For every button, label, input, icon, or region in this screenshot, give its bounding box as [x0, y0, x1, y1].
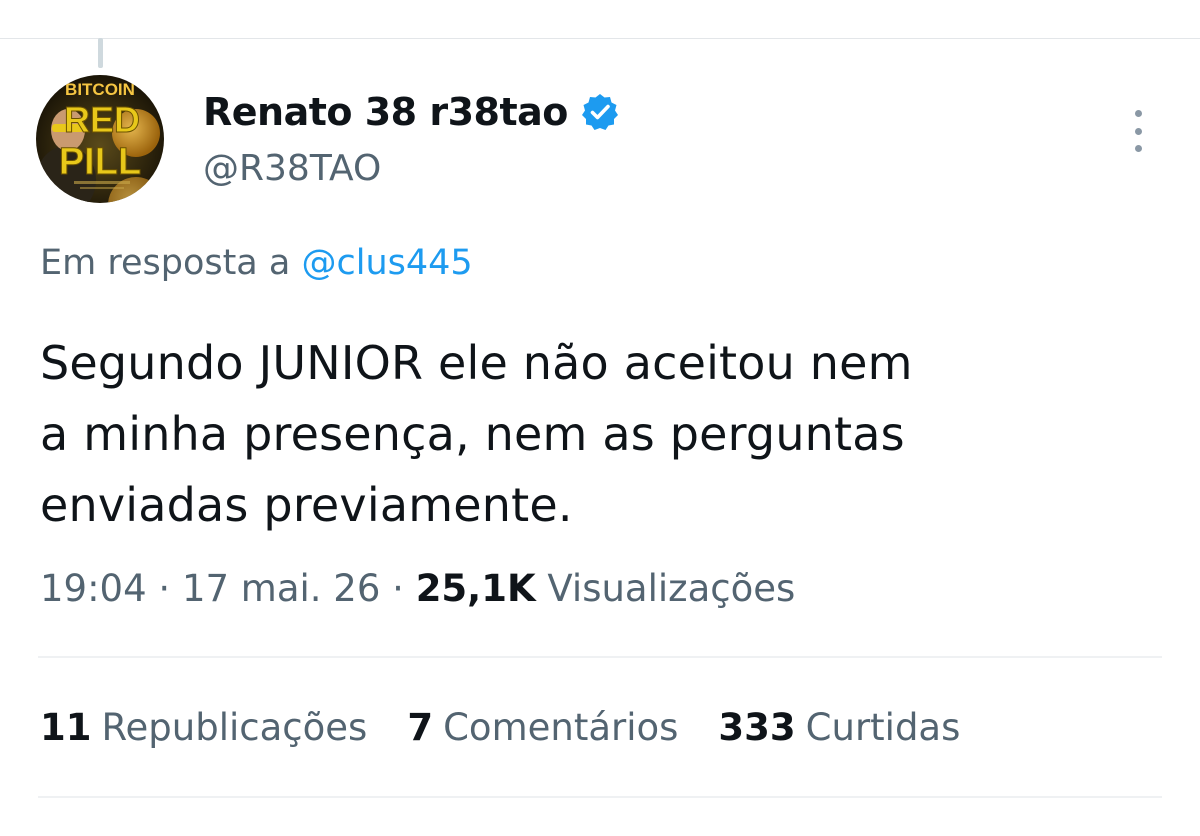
meta-separator: ·: [158, 567, 171, 610]
reply-prefix: Em resposta a: [40, 243, 291, 283]
tweet-text-line: a minha presença, nem as perguntas: [40, 407, 905, 461]
divider: [38, 796, 1162, 798]
verified-badge-icon: [580, 92, 620, 132]
tweet-text-line: enviadas previamente.: [40, 478, 573, 532]
tweet-text: Segundo JUNIOR ele não aceitou nem a min…: [40, 328, 1140, 541]
avatar-text-bitcoin: BITCOIN: [65, 80, 135, 99]
avatar-image: BITCOIN RED PILL: [36, 75, 164, 203]
avatar-text-pill: PILL: [59, 141, 141, 183]
tweet-text-line: Segundo JUNIOR ele não aceitou nem: [40, 336, 913, 390]
comments-label: Comentários: [443, 706, 679, 749]
top-divider: [0, 38, 1200, 39]
more-dot: [1134, 127, 1142, 135]
more-dot: [1134, 145, 1142, 152]
divider: [38, 656, 1162, 658]
avatar[interactable]: BITCOIN RED PILL: [36, 75, 164, 203]
tweet-date[interactable]: 17 mai. 26: [182, 567, 380, 610]
likes-stat[interactable]: 333 Curtidas: [718, 706, 960, 749]
views-label[interactable]: Visualizações: [547, 567, 795, 610]
more-dot: [1134, 110, 1142, 117]
avatar-text-red: RED: [64, 99, 140, 140]
reposts-count: 11: [40, 706, 92, 749]
reposts-label: Republicações: [101, 706, 368, 749]
author-display-name[interactable]: Renato 38 r38tao: [203, 90, 568, 134]
views-count[interactable]: 25,1K: [416, 567, 536, 610]
tweet-time[interactable]: 19:04: [40, 567, 147, 610]
likes-count: 333: [718, 706, 796, 749]
comments-stat[interactable]: 7 Comentários: [407, 706, 678, 749]
reposts-stat[interactable]: 11 Republicações: [40, 706, 367, 749]
meta-separator: ·: [392, 567, 404, 610]
comments-count: 7: [407, 706, 434, 749]
tweet-meta: 19:04 · 17 mai. 26 · 25,1K Visualizações: [40, 567, 795, 610]
more-vertical-icon[interactable]: [1124, 110, 1152, 152]
likes-label: Curtidas: [805, 706, 961, 749]
thread-connector-line: [98, 38, 103, 68]
engagement-stats: 11 Republicações 7 Comentários 333 Curtidas: [40, 706, 1000, 749]
author-handle[interactable]: @R38TAO: [203, 148, 381, 189]
reply-mention-link[interactable]: @clus445: [301, 243, 472, 283]
reply-context: Em resposta a @clus445: [40, 243, 473, 283]
author-name[interactable]: Renato 38 r38tao: [203, 90, 620, 134]
